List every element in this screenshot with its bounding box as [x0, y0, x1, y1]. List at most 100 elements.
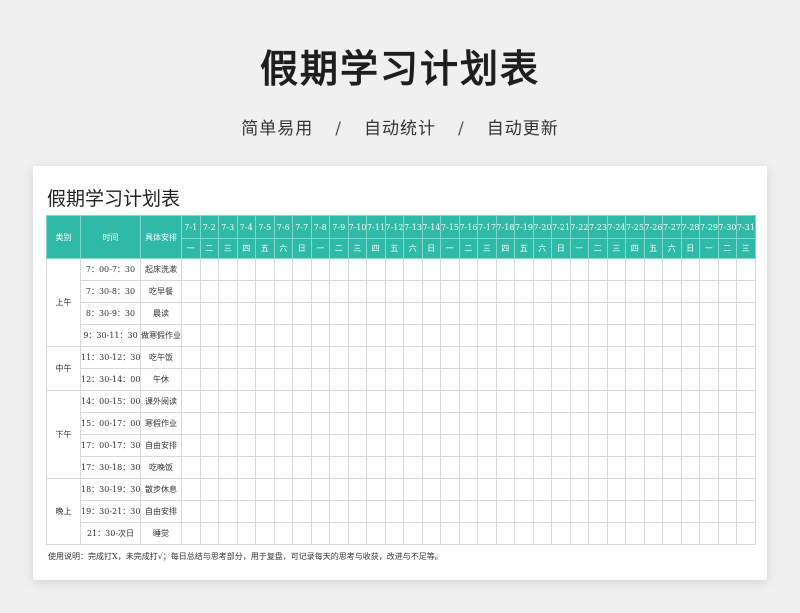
check-cell[interactable] — [495, 302, 515, 325]
check-cell[interactable] — [569, 412, 589, 435]
check-cell[interactable] — [606, 280, 626, 303]
check-cell[interactable] — [292, 412, 312, 435]
check-cell[interactable] — [532, 324, 552, 347]
check-cell[interactable] — [532, 456, 552, 479]
check-cell[interactable] — [588, 478, 608, 501]
check-cell[interactable] — [625, 500, 645, 523]
check-cell[interactable] — [569, 368, 589, 391]
check-cell[interactable] — [347, 346, 367, 369]
check-cell[interactable] — [680, 346, 700, 369]
check-cell[interactable] — [384, 478, 404, 501]
check-cell[interactable] — [310, 346, 330, 369]
check-cell[interactable] — [366, 412, 386, 435]
check-cell[interactable] — [347, 478, 367, 501]
check-cell[interactable] — [440, 500, 460, 523]
check-cell[interactable] — [569, 258, 589, 281]
check-cell[interactable] — [495, 500, 515, 523]
check-cell[interactable] — [606, 324, 626, 347]
check-cell[interactable] — [495, 368, 515, 391]
check-cell[interactable] — [495, 456, 515, 479]
check-cell[interactable] — [662, 368, 682, 391]
check-cell[interactable] — [477, 280, 497, 303]
check-cell[interactable] — [366, 478, 386, 501]
check-cell[interactable] — [310, 302, 330, 325]
check-cell[interactable] — [717, 500, 737, 523]
check-cell[interactable] — [403, 346, 423, 369]
check-cell[interactable] — [514, 434, 534, 457]
check-cell[interactable] — [236, 368, 256, 391]
check-cell[interactable] — [736, 390, 756, 413]
check-cell[interactable] — [403, 456, 423, 479]
check-cell[interactable] — [292, 434, 312, 457]
check-cell[interactable] — [366, 434, 386, 457]
check-cell[interactable] — [662, 456, 682, 479]
check-cell[interactable] — [218, 302, 238, 325]
check-cell[interactable] — [218, 500, 238, 523]
check-cell[interactable] — [458, 324, 478, 347]
check-cell[interactable] — [181, 412, 201, 435]
check-cell[interactable] — [551, 368, 571, 391]
check-cell[interactable] — [236, 434, 256, 457]
check-cell[interactable] — [403, 368, 423, 391]
check-cell[interactable] — [495, 412, 515, 435]
check-cell[interactable] — [643, 412, 663, 435]
check-cell[interactable] — [514, 390, 534, 413]
check-cell[interactable] — [699, 324, 719, 347]
check-cell[interactable] — [699, 258, 719, 281]
check-cell[interactable] — [736, 258, 756, 281]
check-cell[interactable] — [255, 324, 275, 347]
check-cell[interactable] — [495, 280, 515, 303]
check-cell[interactable] — [421, 412, 441, 435]
check-cell[interactable] — [458, 390, 478, 413]
check-cell[interactable] — [199, 324, 219, 347]
check-cell[interactable] — [273, 368, 293, 391]
check-cell[interactable] — [662, 500, 682, 523]
check-cell[interactable] — [218, 324, 238, 347]
check-cell[interactable] — [384, 302, 404, 325]
check-cell[interactable] — [255, 412, 275, 435]
check-cell[interactable] — [273, 522, 293, 545]
check-cell[interactable] — [680, 456, 700, 479]
check-cell[interactable] — [495, 258, 515, 281]
check-cell[interactable] — [292, 500, 312, 523]
check-cell[interactable] — [569, 456, 589, 479]
check-cell[interactable] — [255, 456, 275, 479]
check-cell[interactable] — [384, 368, 404, 391]
check-cell[interactable] — [477, 500, 497, 523]
check-cell[interactable] — [273, 390, 293, 413]
check-cell[interactable] — [440, 390, 460, 413]
check-cell[interactable] — [273, 302, 293, 325]
check-cell[interactable] — [329, 368, 349, 391]
check-cell[interactable] — [403, 258, 423, 281]
check-cell[interactable] — [384, 456, 404, 479]
check-cell[interactable] — [514, 280, 534, 303]
check-cell[interactable] — [255, 522, 275, 545]
check-cell[interactable] — [440, 280, 460, 303]
check-cell[interactable] — [514, 258, 534, 281]
check-cell[interactable] — [699, 522, 719, 545]
check-cell[interactable] — [458, 412, 478, 435]
check-cell[interactable] — [643, 368, 663, 391]
check-cell[interactable] — [477, 390, 497, 413]
check-cell[interactable] — [477, 478, 497, 501]
check-cell[interactable] — [440, 522, 460, 545]
check-cell[interactable] — [329, 280, 349, 303]
check-cell[interactable] — [292, 280, 312, 303]
check-cell[interactable] — [606, 434, 626, 457]
check-cell[interactable] — [236, 324, 256, 347]
check-cell[interactable] — [421, 434, 441, 457]
check-cell[interactable] — [366, 522, 386, 545]
check-cell[interactable] — [717, 478, 737, 501]
check-cell[interactable] — [680, 280, 700, 303]
check-cell[interactable] — [699, 368, 719, 391]
check-cell[interactable] — [680, 412, 700, 435]
check-cell[interactable] — [329, 478, 349, 501]
check-cell[interactable] — [421, 390, 441, 413]
check-cell[interactable] — [551, 434, 571, 457]
check-cell[interactable] — [717, 390, 737, 413]
check-cell[interactable] — [236, 346, 256, 369]
check-cell[interactable] — [551, 302, 571, 325]
check-cell[interactable] — [699, 456, 719, 479]
check-cell[interactable] — [736, 412, 756, 435]
check-cell[interactable] — [236, 302, 256, 325]
